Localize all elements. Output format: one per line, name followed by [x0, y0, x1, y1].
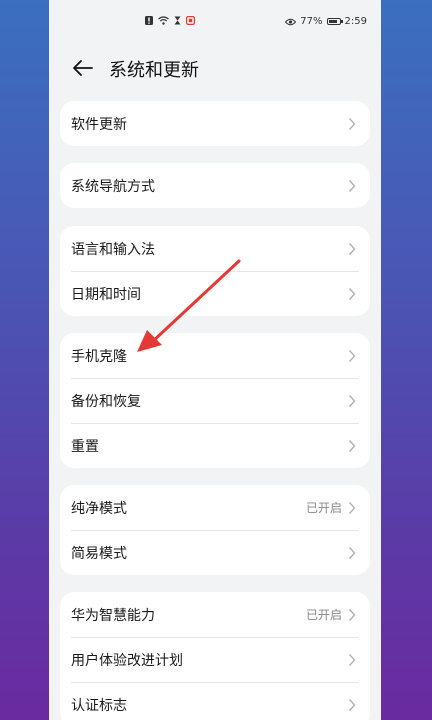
hourglass-icon	[174, 16, 181, 25]
menu-item-system-navigation[interactable]: 系统导航方式	[60, 163, 370, 208]
menu-item-software-update[interactable]: 软件更新	[60, 101, 370, 146]
menu-item-user-experience[interactable]: 用户体验改进计划	[60, 637, 370, 682]
group-navigation: 系统导航方式	[60, 163, 370, 208]
battery-percent: 77%	[300, 16, 323, 27]
status-value: 已开启	[305, 608, 342, 622]
group-clone-backup-reset: 手机克隆 备份和恢复 重置	[60, 333, 370, 468]
menu-item-label: 认证标志	[71, 697, 127, 714]
group-modes: 纯净模式 已开启 简易模式	[60, 485, 370, 575]
status-bar: 77% 2:59	[49, 0, 381, 46]
back-arrow-icon[interactable]	[69, 54, 97, 82]
wifi-icon	[158, 16, 169, 25]
menu-item-label: 语言和输入法	[71, 241, 155, 258]
page-header: 系统和更新	[49, 46, 381, 90]
menu-item-label: 软件更新	[71, 116, 127, 133]
menu-item-certification[interactable]: 认证标志	[60, 682, 370, 720]
menu-item-label: 简易模式	[71, 545, 127, 562]
chevron-right-icon	[348, 653, 356, 666]
menu-item-label: 华为智慧能力	[71, 607, 155, 624]
page-title: 系统和更新	[109, 60, 199, 81]
group-language-date: 语言和输入法 日期和时间	[60, 226, 370, 316]
menu-item-label: 系统导航方式	[71, 178, 155, 195]
menu-item-phone-clone[interactable]: 手机克隆	[60, 333, 370, 378]
menu-item-label: 手机克隆	[71, 348, 127, 365]
menu-item-reset[interactable]: 重置	[60, 423, 370, 468]
menu-item-label: 日期和时间	[71, 286, 141, 303]
settings-screen: 77% 2:59 系统和更新 软件更新 系统导航方式 语言和输入法 日期和时间	[49, 0, 381, 720]
chevron-right-icon	[348, 439, 356, 452]
menu-item-date-time[interactable]: 日期和时间	[60, 271, 370, 316]
battery-icon	[326, 18, 343, 25]
alert-icon	[145, 16, 153, 25]
status-value: 已开启	[305, 501, 342, 515]
menu-item-pure-mode[interactable]: 纯净模式 已开启	[60, 485, 370, 530]
menu-item-label: 重置	[71, 438, 99, 455]
group-software-update: 软件更新	[60, 101, 370, 146]
chevron-right-icon	[348, 349, 356, 362]
chevron-right-icon	[348, 287, 356, 300]
menu-item-backup-restore[interactable]: 备份和恢复	[60, 378, 370, 423]
chevron-right-icon	[348, 394, 356, 407]
chevron-right-icon	[348, 698, 356, 711]
menu-item-language-input[interactable]: 语言和输入法	[60, 226, 370, 271]
group-huawei-services: 华为智慧能力 已开启 用户体验改进计划 认证标志	[60, 592, 370, 720]
menu-item-huawei-ai[interactable]: 华为智慧能力 已开启	[60, 592, 370, 637]
status-notification-icons	[145, 16, 195, 25]
status-system-icons: 77% 2:59	[285, 16, 367, 27]
menu-item-simple-mode[interactable]: 简易模式	[60, 530, 370, 575]
menu-item-label: 备份和恢复	[71, 393, 141, 410]
chevron-right-icon	[348, 501, 356, 514]
chevron-right-icon	[348, 608, 356, 621]
screen-record-icon	[186, 16, 195, 25]
eye-icon	[285, 18, 297, 25]
menu-item-label: 用户体验改进计划	[71, 652, 183, 669]
menu-item-label: 纯净模式	[71, 500, 127, 517]
chevron-right-icon	[348, 117, 356, 130]
chevron-right-icon	[348, 242, 356, 255]
chevron-right-icon	[348, 546, 356, 559]
status-time: 2:59	[344, 16, 367, 27]
chevron-right-icon	[348, 179, 356, 192]
